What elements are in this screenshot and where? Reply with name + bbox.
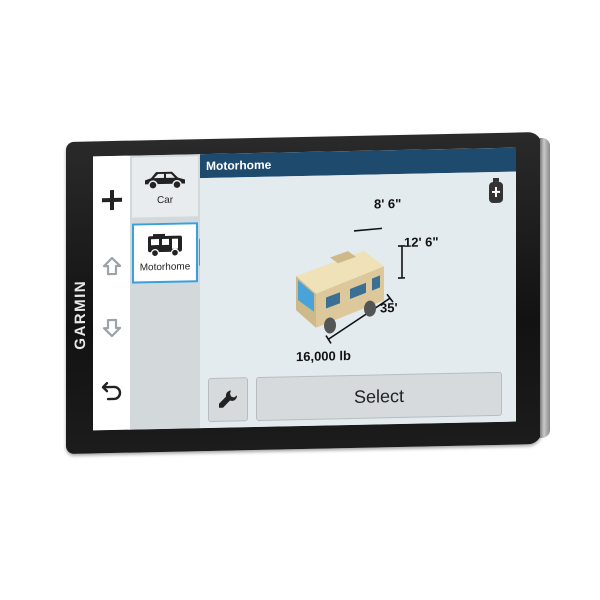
scroll-down-button[interactable]: [93, 308, 130, 349]
back-icon: [101, 381, 121, 401]
arrow-up-icon: [102, 256, 121, 276]
brand-logo: GARMIN: [72, 279, 89, 350]
device-screen: Car Motorhome Motorhome 8' 6" 12' 6" 35'…: [93, 147, 516, 431]
back-button[interactable]: [93, 370, 130, 411]
scroll-up-button[interactable]: [93, 246, 130, 287]
vehicle-label-car: Car: [156, 194, 174, 207]
gps-device: GARMIN Car Motorhome Motorhome 8' 6" 12'…: [66, 132, 550, 454]
motorhome-icon: [148, 233, 182, 258]
car-icon: [145, 171, 185, 190]
arrow-down-icon: [102, 318, 121, 338]
width-label: 8' 6": [374, 195, 402, 212]
select-button[interactable]: Select: [256, 371, 502, 422]
propane-tank-icon[interactable]: [488, 177, 504, 204]
vehicle-profile-list: Car Motorhome: [130, 154, 201, 430]
vehicle-label-motorhome: Motorhome: [139, 261, 191, 274]
product-stage: GARMIN Car Motorhome Motorhome 8' 6" 12'…: [0, 0, 600, 600]
motorhome-illustration: [296, 227, 405, 344]
control-column: [93, 155, 130, 431]
vehicle-item-motorhome[interactable]: Motorhome: [132, 222, 198, 284]
add-button[interactable]: [93, 180, 130, 221]
plus-icon: [101, 189, 122, 211]
vehicle-details: 8' 6" 12' 6" 35' 16,000 lb Select: [200, 171, 516, 429]
vehicle-settings-button[interactable]: [208, 377, 248, 423]
device-edge: [540, 137, 550, 439]
wrench-icon: [219, 390, 238, 408]
vehicle-item-car[interactable]: Car: [132, 156, 198, 218]
